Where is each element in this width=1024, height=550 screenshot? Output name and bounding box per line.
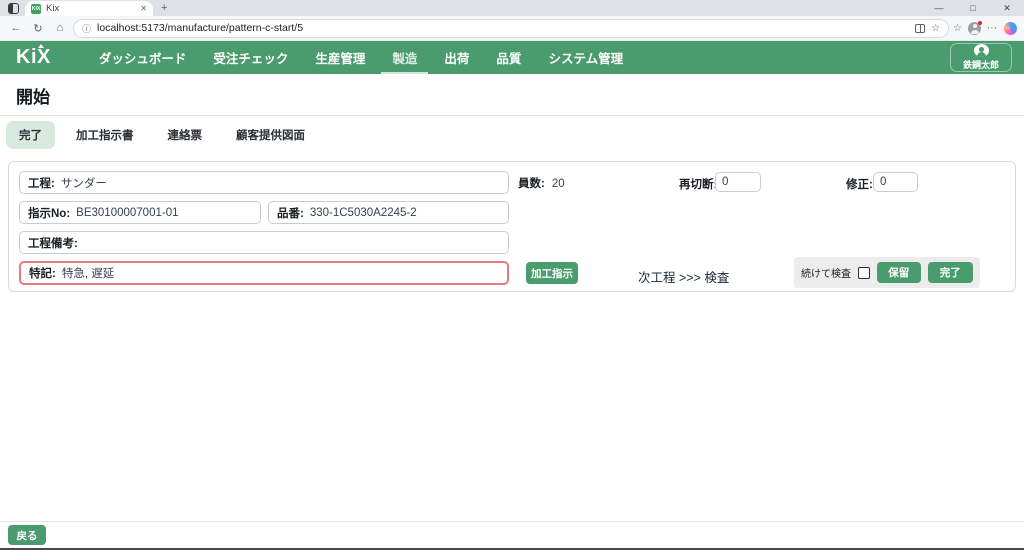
page-footer: 戻る (0, 521, 1024, 548)
back-button[interactable]: 戻る (8, 525, 46, 545)
nav-item-production[interactable]: 生産管理 (315, 48, 365, 67)
browser-menu-icon[interactable]: ⋯ (987, 23, 998, 34)
page-tabs: 完了 加工指示書 連絡票 顧客提供図面 (0, 116, 1024, 154)
window-controls: — □ ✕ (922, 0, 1024, 16)
nav-item-manufacture[interactable]: 製造 (392, 48, 417, 67)
favorites-star-icon[interactable]: ☆ (953, 23, 962, 34)
work-instruction-button[interactable]: 加工指示 (526, 262, 578, 284)
app-logo[interactable]: KiX (16, 46, 51, 69)
recut-value: 0 (722, 176, 728, 188)
fix-input[interactable]: 0 (873, 172, 918, 192)
user-name: 鉄鋼太郎 (963, 58, 999, 71)
special-note-field[interactable]: 特記: 特急, 遅延 (19, 261, 509, 285)
home-icon[interactable]: ⌂ (51, 22, 69, 34)
part-no-value: 330-1C5030A2245-2 (310, 207, 417, 219)
process-field[interactable]: 工程: サンダー (19, 171, 509, 194)
nav-item-quality[interactable]: 品質 (496, 48, 521, 67)
part-no-label: 品番: (277, 205, 304, 221)
new-tab-button[interactable]: + (161, 2, 167, 14)
complete-button[interactable]: 完了 (928, 262, 973, 283)
quantity-value: 20 (552, 178, 565, 190)
special-note-value: 特急, 遅延 (62, 265, 114, 281)
part-no-field[interactable]: 品番: 330-1C5030A2245-2 (268, 201, 509, 224)
continue-inspection-label: 続けて検査 (801, 265, 851, 280)
tab-title: Kix (46, 3, 135, 14)
tab-complete[interactable]: 完了 (6, 121, 55, 149)
quantity-label: 員数: (518, 178, 545, 190)
split-screen-icon[interactable] (915, 24, 925, 33)
url-text[interactable]: localhost:5173/manufacture/pattern-c-sta… (97, 22, 909, 34)
logo-caret-icon (38, 44, 44, 48)
workspaces-icon[interactable] (8, 3, 19, 14)
action-panel: 続けて検査 保留 完了 (794, 257, 980, 288)
collections-star-icon[interactable]: ☆ (931, 23, 940, 34)
site-favicon-icon: KIX (31, 4, 41, 14)
hold-button[interactable]: 保留 (877, 262, 921, 283)
window-maximize-button[interactable]: □ (956, 0, 990, 16)
instruction-no-field[interactable]: 指示No: BE30100007001-01 (19, 201, 261, 224)
address-bar[interactable]: ⓘ localhost:5173/manufacture/pattern-c-s… (73, 19, 949, 38)
notification-dot (978, 21, 982, 25)
page-title: 開始 (16, 83, 1008, 108)
process-label: 工程: (28, 175, 55, 191)
copilot-icon[interactable] (1004, 22, 1017, 35)
app-navbar: KiX ダッシュボード 受注チェック 生産管理 製造 出荷 品質 システム管理 … (0, 41, 1024, 74)
nav-menu: ダッシュボード 受注チェック 生産管理 製造 出荷 品質 システム管理 (99, 48, 623, 67)
nav-item-order-check[interactable]: 受注チェック (213, 48, 288, 67)
recut-input[interactable]: 0 (715, 172, 761, 192)
tab-work-instruction-sheet[interactable]: 加工指示書 (63, 121, 147, 149)
user-avatar-icon (974, 44, 989, 57)
nav-item-dashboard[interactable]: ダッシュボード (99, 48, 187, 67)
process-card: 工程: サンダー 員数: 20 再切断: 0 修正: 0 指示No: BE3010… (8, 161, 1016, 292)
fix-value: 0 (880, 176, 886, 188)
tab-contact-slip[interactable]: 連絡票 (155, 121, 216, 149)
window-close-button[interactable]: ✕ (990, 0, 1024, 16)
instruction-no-value: BE30100007001-01 (76, 207, 178, 219)
browser-toolbar: ← ↻ ⌂ ⓘ localhost:5173/manufacture/patte… (0, 16, 1024, 41)
fix-label: 修正: (846, 176, 873, 192)
nav-item-shipping[interactable]: 出荷 (444, 48, 469, 67)
process-note-label: 工程備考: (28, 235, 78, 251)
tab-close-icon[interactable]: ✕ (140, 4, 147, 13)
user-menu[interactable]: 鉄鋼太郎 (950, 43, 1012, 72)
browser-tab-strip: KIX Kix ✕ + — □ ✕ (0, 0, 1024, 16)
back-icon[interactable]: ← (7, 22, 25, 34)
recut-label: 再切断: (679, 176, 717, 192)
browser-window: KIX Kix ✕ + — □ ✕ ← ↻ ⌂ ⓘ localhost:5173… (0, 0, 1024, 550)
continue-inspection-checkbox[interactable] (858, 267, 870, 279)
site-info-icon[interactable]: ⓘ (82, 22, 91, 35)
quantity-field: 員数: 20 (518, 175, 565, 191)
browser-tab[interactable]: KIX Kix ✕ (25, 1, 153, 16)
instruction-no-label: 指示No: (28, 205, 70, 221)
process-value: サンダー (61, 175, 107, 191)
process-note-field[interactable]: 工程備考: (19, 231, 509, 254)
tab-customer-drawing[interactable]: 顧客提供図面 (223, 121, 318, 149)
window-minimize-button[interactable]: — (922, 0, 956, 16)
next-process-text: 次工程 >>> 検査 (638, 267, 729, 286)
special-note-label: 特記: (29, 265, 56, 281)
refresh-icon[interactable]: ↻ (29, 22, 47, 35)
nav-item-system[interactable]: システム管理 (548, 48, 623, 67)
browser-profile-icon[interactable] (968, 22, 981, 35)
